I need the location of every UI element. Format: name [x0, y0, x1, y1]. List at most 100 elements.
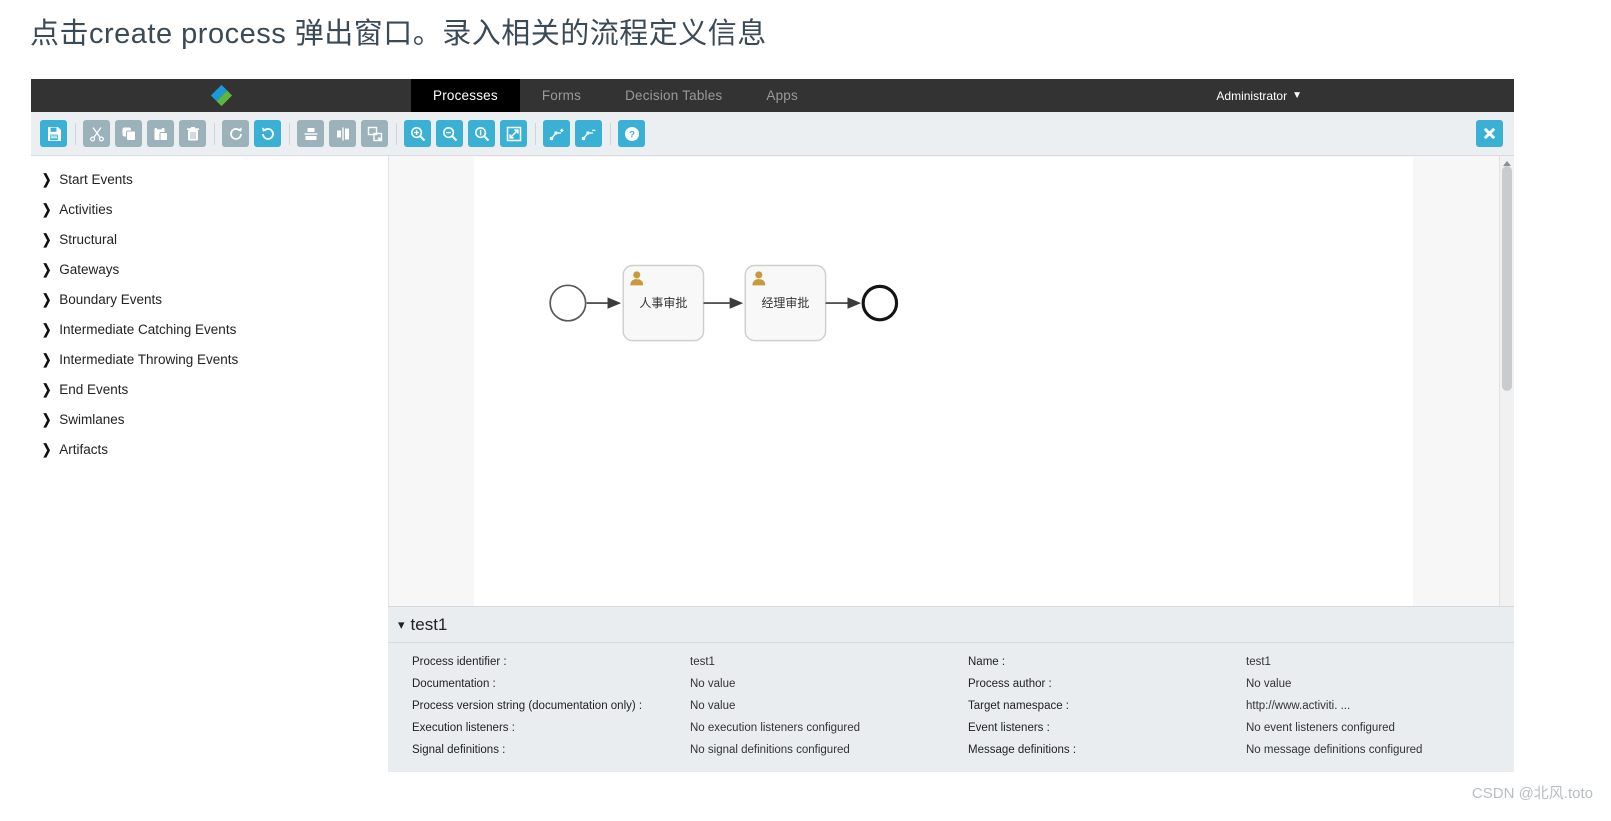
- tab-decision-tables-label: Decision Tables: [625, 88, 723, 103]
- property-label: Process author :: [968, 678, 1052, 690]
- bpmn-end-event: [861, 284, 899, 322]
- palette-group-swimlanes[interactable]: ❯ Swimlanes: [31, 404, 388, 434]
- bpmn-user-task: 经理审批: [744, 264, 827, 342]
- palette-group-intermediate-throwing-events[interactable]: ❯ Intermediate Throwing Events: [31, 344, 388, 374]
- properties-grid: Process identifier : test1 Name : test1 …: [388, 643, 1514, 761]
- palette-group-label: Intermediate Throwing Events: [59, 351, 239, 367]
- property-label: Target namespace :: [968, 700, 1070, 712]
- bpmn-user-task: 人事审批: [622, 264, 705, 342]
- palette-group-start-events[interactable]: ❯ Start Events: [31, 164, 388, 194]
- tab-decision-tables[interactable]: Decision Tables: [603, 79, 744, 112]
- chevron-right-icon: ❯: [42, 232, 52, 248]
- close-editor-button[interactable]: [1476, 120, 1503, 147]
- tab-forms-label: Forms: [541, 88, 582, 103]
- bpmn-task-label: 经理审批: [761, 295, 809, 310]
- property-value[interactable]: http://www.activiti. ...: [1246, 695, 1536, 717]
- bpmn-sequence-flow: [586, 297, 622, 309]
- align-vertical-icon[interactable]: [297, 120, 324, 147]
- palette-group-label: Swimlanes: [59, 411, 125, 427]
- editor-body: ❯ Start Events ❯ Activities ❯ Structural ❯ G…: [31, 156, 1514, 772]
- user-menu[interactable]: Administrator ▼: [1216, 79, 1514, 112]
- bpmn-start-event: [549, 284, 587, 322]
- palette-group-label: Gateways: [59, 261, 120, 277]
- chevron-right-icon: ❯: [42, 202, 52, 218]
- chevron-right-icon: ❯: [42, 382, 52, 398]
- toolbar-separator: [535, 122, 536, 145]
- same-size-icon[interactable]: [361, 120, 388, 147]
- page-title: 点击create process 弹出窗口。录入相关的流程定义信息: [30, 18, 767, 50]
- property-value[interactable]: No value: [690, 695, 968, 717]
- toolbar-separator: [610, 122, 611, 145]
- palette-group-boundary-events[interactable]: ❯ Boundary Events: [31, 284, 388, 314]
- chevron-right-icon: ❯: [42, 352, 52, 368]
- palette-group-label: Artifacts: [59, 441, 108, 457]
- palette-group-artifacts[interactable]: ❯ Artifacts: [31, 434, 388, 464]
- property-value[interactable]: No value: [1246, 673, 1536, 695]
- diamond-logo-icon: [210, 84, 232, 107]
- align-horizontal-icon[interactable]: [329, 120, 356, 147]
- palette-group-activities[interactable]: ❯ Activities: [31, 194, 388, 224]
- property-label: Process identifier :: [412, 656, 507, 668]
- help-icon[interactable]: ?: [618, 120, 645, 147]
- cut-icon[interactable]: [83, 120, 110, 147]
- undo-icon[interactable]: [254, 120, 281, 147]
- property-label: Message definitions :: [968, 744, 1077, 756]
- delete-icon[interactable]: [179, 120, 206, 147]
- property-value[interactable]: No signal definitions configured: [690, 739, 968, 761]
- watermark: CSDN @北风.toto: [1471, 785, 1593, 802]
- tab-apps[interactable]: Apps: [744, 79, 820, 112]
- user-menu-label: Administrator: [1216, 88, 1288, 103]
- palette-group-intermediate-catching-events[interactable]: ❯ Intermediate Catching Events: [31, 314, 388, 344]
- bpmn-sequence-flow: [703, 297, 744, 309]
- property-value[interactable]: No execution listeners configured: [690, 717, 968, 739]
- process-editor-app: Processes Forms Decision Tables Apps Adm…: [31, 79, 1514, 772]
- toolbar-separator: [214, 122, 215, 145]
- scrollbar-thumb[interactable]: [1502, 166, 1512, 391]
- tab-forms[interactable]: Forms: [520, 79, 603, 112]
- palette-group-label: Structural: [59, 231, 117, 247]
- properties-header[interactable]: ▾ test1: [388, 607, 1514, 643]
- palette-group-label: Intermediate Catching Events: [59, 321, 237, 337]
- palette-group-label: Activities: [59, 201, 113, 217]
- add-bendpoint-icon[interactable]: [543, 120, 570, 147]
- property-value[interactable]: test1: [690, 651, 968, 673]
- property-label: Name :: [968, 656, 1006, 668]
- property-label: Process version string (documentation on…: [412, 700, 643, 712]
- property-label: Documentation :: [412, 678, 496, 690]
- palette-group-structural[interactable]: ❯ Structural: [31, 224, 388, 254]
- toolbar-separator: [289, 122, 290, 145]
- chevron-right-icon: ❯: [42, 322, 52, 338]
- chevron-right-icon: ❯: [42, 442, 52, 458]
- palette-group-end-events[interactable]: ❯ End Events: [31, 374, 388, 404]
- property-value[interactable]: No value: [690, 673, 968, 695]
- redo-icon[interactable]: [222, 120, 249, 147]
- zoom-in-icon[interactable]: [404, 120, 431, 147]
- palette-group-gateways[interactable]: ❯ Gateways: [31, 254, 388, 284]
- chevron-down-icon: ▾: [398, 616, 405, 632]
- app-logo[interactable]: [31, 79, 411, 112]
- bpmn-task-label: 人事审批: [639, 295, 687, 310]
- bpmn-sequence-flow: [825, 297, 862, 309]
- save-icon[interactable]: [40, 120, 67, 147]
- remove-bendpoint-icon[interactable]: [575, 120, 602, 147]
- palette-group-label: End Events: [59, 381, 129, 397]
- tab-processes[interactable]: Processes: [411, 79, 520, 119]
- zoom-out-icon[interactable]: [436, 120, 463, 147]
- editor-toolbar: ?: [31, 112, 1514, 156]
- property-value[interactable]: No message definitions configured: [1246, 739, 1536, 761]
- chevron-down-icon: ▼: [1292, 90, 1302, 101]
- nav-tabs: Processes Forms Decision Tables Apps: [411, 79, 820, 119]
- paste-icon[interactable]: [147, 120, 174, 147]
- properties-panel: ▾ test1 Process identifier : test1 Name …: [388, 606, 1514, 772]
- palette-group-label: Boundary Events: [59, 291, 163, 307]
- svg-text:?: ?: [629, 129, 635, 140]
- property-value[interactable]: No event listeners configured: [1246, 717, 1536, 739]
- chevron-right-icon: ❯: [42, 292, 52, 308]
- chevron-right-icon: ❯: [42, 262, 52, 278]
- copy-icon[interactable]: [115, 120, 142, 147]
- zoom-actual-icon[interactable]: [468, 120, 495, 147]
- zoom-fit-icon[interactable]: [500, 120, 527, 147]
- property-value[interactable]: test1: [1246, 651, 1536, 673]
- toolbar-separator: [396, 122, 397, 145]
- chevron-right-icon: ❯: [42, 412, 52, 428]
